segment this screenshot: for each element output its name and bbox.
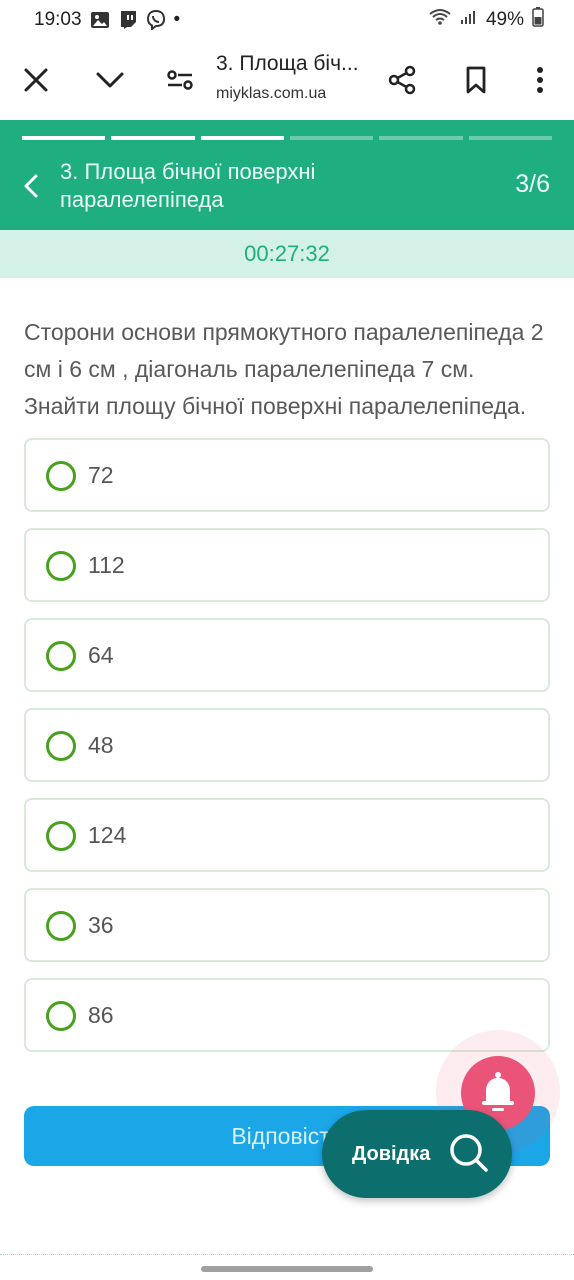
progress-segment <box>22 136 106 140</box>
home-indicator[interactable] <box>201 1266 373 1272</box>
gallery-icon <box>90 11 110 29</box>
minimize-button[interactable] <box>88 58 132 102</box>
battery-percent: 49% <box>485 9 524 30</box>
radio-button[interactable] <box>46 461 76 491</box>
share-button[interactable] <box>380 58 424 102</box>
quiz-header: 3. Площа бічної поверхні паралелепіпеда … <box>0 120 574 230</box>
option-label: 112 <box>88 552 125 578</box>
clock: 19:03 <box>34 9 82 30</box>
battery-icon <box>532 7 544 33</box>
close-icon <box>24 68 48 92</box>
timer: 00:27:32 <box>0 230 574 278</box>
radio-button[interactable] <box>46 731 76 761</box>
site-settings-icon <box>167 70 193 90</box>
wifi-icon <box>428 8 452 32</box>
option-label: 124 <box>88 822 127 848</box>
radio-button[interactable] <box>46 641 76 671</box>
answer-option[interactable]: 64 <box>24 618 550 692</box>
chevron-left-icon <box>24 174 38 198</box>
progress-segment <box>200 136 284 140</box>
bell-icon <box>482 1072 514 1111</box>
quiz-title: 3. Площа бічної поверхні паралелепіпеда <box>60 159 316 212</box>
progress-segment <box>468 136 552 140</box>
divider <box>0 1254 574 1255</box>
option-label: 72 <box>88 462 114 488</box>
status-bar: 19:03 • 49% <box>0 0 574 40</box>
question-counter: 3/6 <box>515 170 550 198</box>
help-label: Довідка <box>352 1142 431 1165</box>
radio-button[interactable] <box>46 821 76 851</box>
option-label: 48 <box>88 732 114 758</box>
option-label: 64 <box>88 642 114 668</box>
tab-title[interactable]: 3. Площа біч... <box>216 52 359 76</box>
progress-segment <box>379 136 463 140</box>
option-label: 86 <box>88 1002 114 1028</box>
bookmark-button[interactable] <box>454 58 498 102</box>
radio-button[interactable] <box>46 1001 76 1031</box>
more-options-button[interactable] <box>518 58 562 102</box>
progress-bar <box>22 136 552 140</box>
bookmark-icon <box>466 66 486 94</box>
answer-option[interactable]: 72 <box>24 438 550 512</box>
progress-segment <box>111 136 195 140</box>
radio-button[interactable] <box>46 551 76 581</box>
share-icon <box>388 65 416 95</box>
progress-segment <box>289 136 374 140</box>
answer-option[interactable]: 112 <box>24 528 550 602</box>
close-tab-button[interactable] <box>14 58 58 102</box>
site-settings-button[interactable] <box>158 58 202 102</box>
timer-value: 00:27:32 <box>244 241 330 266</box>
search-icon <box>450 1134 488 1172</box>
chevron-down-icon <box>96 72 124 88</box>
signal-icon <box>460 9 478 31</box>
help-button[interactable]: Довідка <box>322 1110 512 1198</box>
option-label: 36 <box>88 912 114 938</box>
browser-toolbar: 3. Площа біч... miyklas.com.ua <box>0 40 574 120</box>
more-icon <box>537 67 543 93</box>
question-text: Сторони основи прямокутного паралелепіпе… <box>24 319 544 419</box>
radio-button[interactable] <box>46 911 76 941</box>
tab-url[interactable]: miyklas.com.ua <box>216 85 326 103</box>
back-button[interactable] <box>18 172 46 200</box>
answer-option[interactable]: 36 <box>24 888 550 962</box>
notification-dot: • <box>173 9 181 30</box>
answer-option[interactable]: 48 <box>24 708 550 782</box>
answer-option[interactable]: 124 <box>24 798 550 872</box>
viber-icon <box>146 10 166 30</box>
twitch-icon <box>118 10 138 30</box>
